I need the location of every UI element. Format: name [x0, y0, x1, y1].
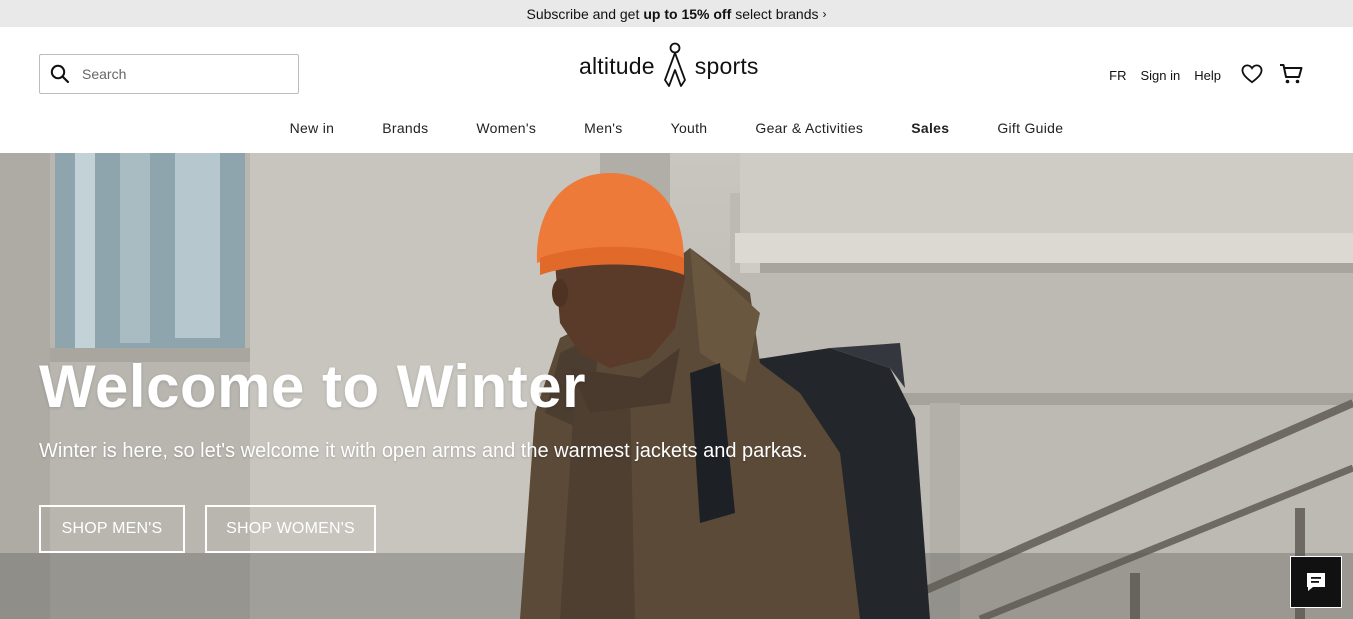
site-header: altitude sports FR Sign in Help New in B…	[0, 27, 1353, 153]
search-icon[interactable]	[40, 55, 80, 93]
logo-word-left: altitude	[579, 52, 655, 79]
nav-item-youth[interactable]: Youth	[671, 120, 708, 136]
hero-subtitle: Winter is here, so let's welcome it with…	[39, 440, 808, 462]
nav-item-womens[interactable]: Women's	[476, 120, 536, 136]
cart-icon[interactable]	[1279, 63, 1303, 88]
promo-suffix: select brands	[735, 5, 819, 22]
utility-links: FR Sign in Help	[1095, 63, 1303, 88]
help-link[interactable]: Help	[1194, 68, 1221, 83]
search-input[interactable]	[80, 59, 280, 89]
logo-word-right: sports	[694, 52, 759, 79]
nav-item-mens[interactable]: Men's	[584, 120, 622, 136]
heart-icon[interactable]	[1241, 64, 1263, 87]
nav-item-gift-guide[interactable]: Gift Guide	[997, 120, 1063, 136]
chat-button[interactable]	[1290, 556, 1342, 608]
promo-banner[interactable]: Subscribe and get up to 15% off select b…	[0, 0, 1353, 27]
chevron-right-icon: ›	[822, 6, 827, 21]
language-toggle[interactable]: FR	[1109, 68, 1126, 83]
mountain-figure-icon	[663, 42, 686, 87]
sign-in-link[interactable]: Sign in	[1141, 68, 1181, 83]
hero-title: Welcome to Winter	[39, 353, 586, 420]
nav-item-new-in[interactable]: New in	[290, 120, 335, 136]
shop-mens-button[interactable]: SHOP MEN'S	[39, 505, 185, 553]
shop-womens-button[interactable]: SHOP WOMEN'S	[205, 505, 376, 553]
promo-highlight: up to 15% off	[643, 5, 732, 22]
search-box[interactable]	[39, 54, 299, 94]
nav-item-sales[interactable]: Sales	[911, 120, 949, 136]
chat-icon	[1307, 573, 1325, 591]
nav-item-gear-activities[interactable]: Gear & Activities	[755, 120, 863, 136]
main-nav: New in Brands Women's Men's Youth Gear &…	[0, 115, 1353, 141]
hero-banner: Welcome to Winter Winter is here, so let…	[0, 153, 1353, 619]
nav-item-brands[interactable]: Brands	[382, 120, 428, 136]
site-logo[interactable]: altitude sports	[579, 41, 759, 91]
promo-prefix: Subscribe and get	[526, 5, 640, 22]
